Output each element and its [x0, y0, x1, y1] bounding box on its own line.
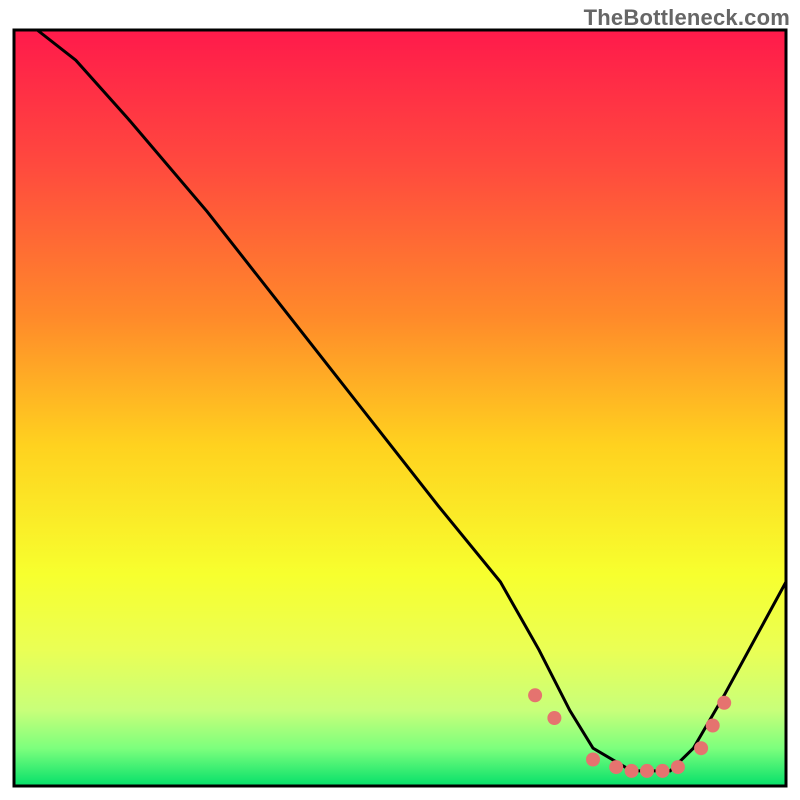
marker-dot — [717, 696, 731, 710]
marker-dot — [706, 719, 720, 733]
marker-dot — [640, 764, 654, 778]
marker-dot — [609, 760, 623, 774]
marker-dot — [586, 753, 600, 767]
marker-dot — [528, 688, 542, 702]
marker-dot — [671, 760, 685, 774]
marker-dot — [694, 741, 708, 755]
marker-dot — [547, 711, 561, 725]
bottleneck-chart — [0, 0, 800, 800]
marker-dot — [656, 764, 670, 778]
marker-dot — [625, 764, 639, 778]
gradient-background — [14, 30, 786, 786]
